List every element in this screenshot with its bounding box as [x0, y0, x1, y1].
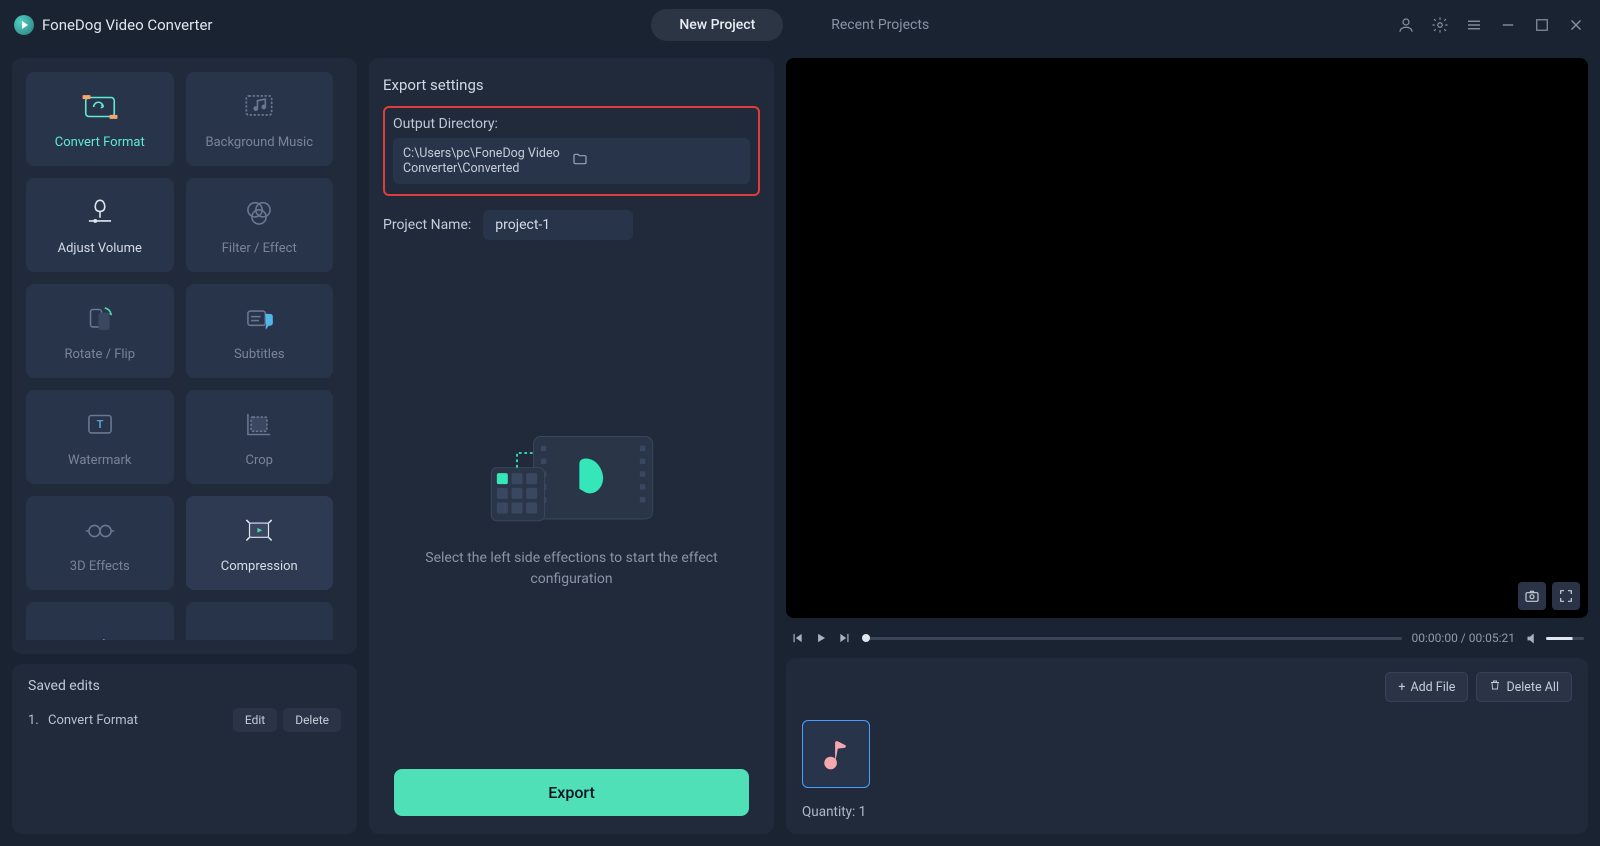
- effect-tile-watermark[interactable]: T Watermark: [26, 390, 174, 484]
- effect-label: Subtitles: [234, 347, 285, 362]
- output-directory-value: C:\Users\pc\FoneDog Video Converter\Conv…: [403, 146, 572, 176]
- project-name-label: Project Name:: [383, 217, 471, 233]
- output-directory-label: Output Directory:: [393, 116, 750, 132]
- effect-tile-adjust-volume[interactable]: Adjust Volume: [26, 178, 174, 272]
- next-icon[interactable]: [838, 631, 852, 645]
- edit-button[interactable]: Edit: [233, 708, 277, 732]
- project-name-row: Project Name:: [383, 210, 760, 240]
- effect-label: 3D Effects: [70, 559, 130, 574]
- export-settings-title: Export settings: [383, 76, 760, 94]
- effect-tile-compression[interactable]: Compression: [186, 496, 334, 590]
- saved-edit-row: 1. Convert Format Edit Delete: [28, 708, 341, 732]
- effect-tile-convert-format[interactable]: Convert Format: [26, 72, 174, 166]
- placeholder-text: Select the left side effections to start…: [383, 548, 760, 590]
- close-icon[interactable]: [1566, 15, 1586, 35]
- effect-tile-more[interactable]: [186, 602, 334, 640]
- effect-label: Crop: [246, 453, 273, 468]
- effect-icon: [79, 513, 121, 549]
- saved-edits-title: Saved edits: [28, 678, 341, 694]
- quantity-label: Quantity: 1: [802, 804, 1572, 820]
- app-logo: FoneDog Video Converter: [14, 15, 212, 35]
- logo-icon: [14, 15, 34, 35]
- saved-edit-name: Convert Format: [48, 713, 233, 728]
- app-title: FoneDog Video Converter: [42, 16, 212, 34]
- effect-label: Watermark: [68, 453, 131, 468]
- volume-control[interactable]: [1525, 631, 1584, 646]
- export-settings-panel: Export settings Output Directory: C:\Use…: [369, 58, 774, 834]
- effect-icon: [238, 407, 280, 443]
- effect-icon: [238, 513, 280, 549]
- music-note-icon: [818, 736, 854, 772]
- effect-label: Adjust Volume: [58, 241, 142, 256]
- add-file-button[interactable]: +Add File: [1385, 672, 1468, 702]
- volume-slider[interactable]: [1546, 637, 1584, 640]
- effect-tile-crop[interactable]: Crop: [186, 390, 334, 484]
- effect-tile-filter-effect[interactable]: Filter / Effect: [186, 178, 334, 272]
- output-directory-input[interactable]: C:\Users\pc\FoneDog Video Converter\Conv…: [393, 138, 750, 184]
- saved-edits-panel: Saved edits 1. Convert Format Edit Delet…: [12, 664, 357, 834]
- file-thumbnail[interactable]: [802, 720, 870, 788]
- fullscreen-icon[interactable]: [1552, 582, 1580, 610]
- effect-icon: [79, 301, 121, 337]
- snapshot-icon[interactable]: [1518, 582, 1546, 610]
- effect-tile-background-music[interactable]: Background Music: [186, 72, 334, 166]
- effect-icon: [238, 631, 280, 640]
- effect-tile-subtitles[interactable]: Subtitles: [186, 284, 334, 378]
- effect-icon: T: [79, 407, 121, 443]
- trash-icon: [1489, 679, 1501, 695]
- effect-tile-rotate-flip[interactable]: Rotate / Flip: [26, 284, 174, 378]
- output-directory-section: Output Directory: C:\Users\pc\FoneDog Vi…: [383, 106, 760, 196]
- effect-label: Filter / Effect: [222, 241, 297, 256]
- timecode: 00:00:00 / 00:05:21: [1412, 631, 1515, 645]
- saved-edit-index: 1.: [28, 713, 48, 728]
- effect-label: Convert Format: [55, 135, 145, 150]
- files-panel: +Add File Delete All Quantity: 1: [786, 658, 1588, 834]
- menu-icon[interactable]: [1464, 15, 1484, 35]
- tab-recent-projects[interactable]: Recent Projects: [803, 9, 957, 41]
- export-button[interactable]: Export: [394, 769, 748, 816]
- maximize-icon[interactable]: [1532, 15, 1552, 35]
- effect-icon: [238, 195, 280, 231]
- seek-bar[interactable]: [862, 637, 1402, 640]
- minimize-icon[interactable]: [1498, 15, 1518, 35]
- tab-new-project[interactable]: New Project: [651, 9, 783, 41]
- delete-button[interactable]: Delete: [283, 708, 341, 732]
- effect-icon: [79, 631, 121, 640]
- effect-icon: [238, 301, 280, 337]
- placeholder-graphic: [477, 420, 667, 530]
- player-controls: 00:00:00 / 00:05:21: [786, 628, 1588, 648]
- user-icon[interactable]: [1396, 15, 1416, 35]
- effect-label: Compression: [221, 559, 298, 574]
- effects-panel: Convert Format Background Music Adjust Vol…: [12, 58, 357, 654]
- effect-icon: [79, 195, 121, 231]
- project-tabs: New Project Recent Projects: [651, 9, 957, 41]
- plus-icon: +: [1398, 680, 1405, 695]
- video-preview: [786, 58, 1588, 618]
- effect-tile--d-effects[interactable]: 3D Effects: [26, 496, 174, 590]
- effect-label: Rotate / Flip: [64, 347, 135, 362]
- effect-icon: [238, 89, 280, 125]
- delete-all-button[interactable]: Delete All: [1476, 672, 1572, 702]
- svg-text:T: T: [96, 418, 103, 431]
- titlebar: FoneDog Video Converter New Project Rece…: [0, 0, 1600, 50]
- effect-icon: [79, 89, 121, 125]
- project-name-input[interactable]: [483, 210, 633, 240]
- effect-label: Background Music: [205, 135, 313, 150]
- gear-icon[interactable]: [1430, 15, 1450, 35]
- play-icon[interactable]: [814, 631, 828, 645]
- folder-icon[interactable]: [572, 151, 741, 171]
- prev-icon[interactable]: [790, 631, 804, 645]
- volume-icon: [1525, 631, 1540, 646]
- window-controls: [1396, 15, 1586, 35]
- effect-tile-more[interactable]: [26, 602, 174, 640]
